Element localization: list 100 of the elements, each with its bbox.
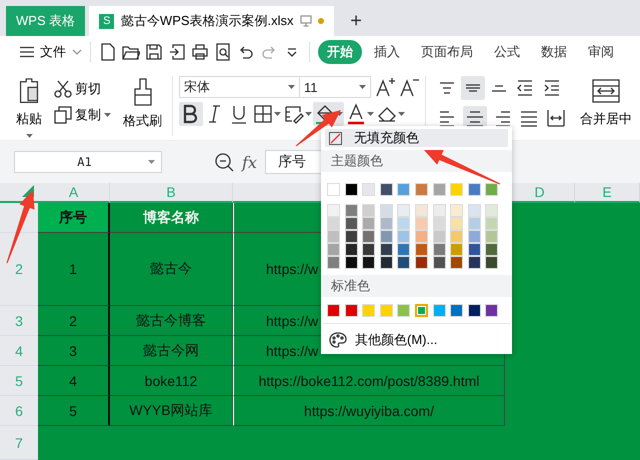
color-swatch[interactable]	[380, 304, 393, 317]
color-swatch[interactable]	[397, 230, 410, 243]
color-swatch[interactable]	[450, 230, 464, 243]
color-swatch[interactable]	[450, 204, 464, 217]
color-swatch[interactable]	[344, 304, 358, 317]
color-swatch[interactable]	[414, 217, 428, 230]
color-swatch[interactable]	[432, 204, 446, 217]
cut-button[interactable]: 剪切	[54, 80, 111, 98]
paste-button[interactable]: 粘贴	[12, 76, 46, 140]
color-swatch[interactable]	[380, 256, 393, 269]
color-swatch[interactable]	[468, 304, 481, 317]
color-swatch[interactable]	[397, 204, 410, 217]
color-swatch[interactable]	[450, 243, 464, 256]
color-swatch[interactable]	[344, 183, 358, 196]
color-swatch[interactable]	[327, 183, 340, 196]
font-name-field[interactable]: 宋体	[179, 76, 300, 98]
color-swatch[interactable]	[380, 230, 393, 243]
color-swatch[interactable]	[450, 183, 464, 196]
color-swatch[interactable]	[414, 183, 428, 196]
color-swatch[interactable]	[380, 183, 393, 196]
color-swatch[interactable]	[432, 217, 446, 230]
color-swatch[interactable]	[327, 256, 340, 269]
color-swatch[interactable]	[468, 243, 481, 256]
color-swatch[interactable]	[432, 256, 446, 269]
function-label[interactable]: fx	[242, 152, 257, 172]
color-swatch[interactable]	[380, 217, 393, 230]
export-icon[interactable]	[168, 43, 186, 61]
color-swatch[interactable]	[432, 304, 446, 317]
color-swatch[interactable]	[397, 304, 410, 317]
color-swatch[interactable]	[344, 204, 358, 217]
color-swatch[interactable]	[485, 243, 498, 256]
color-swatch[interactable]	[397, 256, 410, 269]
name-box[interactable]: A1	[14, 151, 162, 173]
color-swatch[interactable]	[432, 243, 446, 256]
color-swatch[interactable]	[485, 183, 498, 196]
color-swatch[interactable]	[397, 183, 410, 196]
increase-font-icon[interactable]	[375, 77, 395, 97]
color-swatch[interactable]	[344, 256, 358, 269]
color-swatch[interactable]	[327, 304, 340, 317]
color-swatch[interactable]	[414, 204, 428, 217]
file-menu-button[interactable]: 文件	[20, 43, 82, 61]
color-swatch[interactable]	[414, 304, 428, 317]
color-swatch[interactable]	[362, 217, 376, 230]
print-preview-icon[interactable]	[214, 43, 232, 61]
color-swatch[interactable]	[344, 217, 358, 230]
document-tab[interactable]: S 懿古今WPS表格演示案例.xlsx	[89, 6, 334, 36]
copy-button[interactable]: 复制	[54, 106, 111, 124]
color-swatch[interactable]	[362, 230, 376, 243]
color-swatch[interactable]	[344, 230, 358, 243]
zoom-out-icon[interactable]	[214, 152, 234, 172]
color-swatch[interactable]	[344, 243, 358, 256]
ribbon-tab[interactable]: 公式	[485, 40, 529, 64]
color-swatch[interactable]	[450, 256, 464, 269]
color-swatch[interactable]	[485, 217, 498, 230]
color-swatch[interactable]	[468, 230, 481, 243]
ribbon-tab[interactable]: 审阅	[579, 40, 623, 64]
color-swatch[interactable]	[485, 256, 498, 269]
ribbon-tab[interactable]: 页面布局	[412, 40, 482, 64]
new-tab-button[interactable]: +	[344, 6, 368, 36]
print-icon[interactable]	[191, 43, 209, 61]
color-swatch[interactable]	[327, 230, 340, 243]
color-swatch[interactable]	[450, 217, 464, 230]
color-swatch[interactable]	[362, 304, 376, 317]
color-swatch[interactable]	[432, 230, 446, 243]
color-swatch[interactable]	[397, 243, 410, 256]
save-icon[interactable]	[145, 43, 163, 61]
ribbon-tab[interactable]: 数据	[532, 40, 576, 64]
color-swatch[interactable]	[485, 304, 498, 317]
color-swatch[interactable]	[327, 204, 340, 217]
color-swatch[interactable]	[362, 204, 376, 217]
color-swatch[interactable]	[468, 256, 481, 269]
color-swatch[interactable]	[468, 204, 481, 217]
color-swatch[interactable]	[362, 243, 376, 256]
format-painter-button[interactable]: 格式刷	[119, 76, 166, 140]
decrease-font-icon[interactable]	[399, 77, 419, 97]
color-swatch[interactable]	[362, 256, 376, 269]
align-bottom-icon	[492, 84, 506, 92]
new-document-icon[interactable]	[99, 43, 117, 61]
color-swatch[interactable]	[432, 183, 446, 196]
color-swatch[interactable]	[397, 217, 410, 230]
table-cell: 3	[38, 336, 110, 366]
bold-button[interactable]	[179, 102, 203, 126]
color-swatch[interactable]	[380, 243, 393, 256]
font-size-field[interactable]: 11	[299, 76, 371, 98]
color-swatch[interactable]	[450, 304, 464, 317]
merge-center-button[interactable]: 合并居中	[576, 76, 636, 140]
color-swatch[interactable]	[485, 204, 498, 217]
no-fill-menu-item[interactable]: 无填充颜色	[325, 129, 508, 147]
color-swatch[interactable]	[327, 217, 340, 230]
color-swatch[interactable]	[414, 243, 428, 256]
color-swatch[interactable]	[362, 183, 376, 196]
color-swatch[interactable]	[468, 183, 481, 196]
ribbon-tab[interactable]: 插入	[365, 40, 409, 64]
color-swatch[interactable]	[327, 243, 340, 256]
color-swatch[interactable]	[414, 230, 428, 243]
color-swatch[interactable]	[414, 256, 428, 269]
color-swatch[interactable]	[380, 204, 393, 217]
align-middle-button[interactable]	[461, 76, 485, 100]
color-swatch[interactable]	[468, 217, 481, 230]
color-swatch[interactable]	[485, 230, 498, 243]
